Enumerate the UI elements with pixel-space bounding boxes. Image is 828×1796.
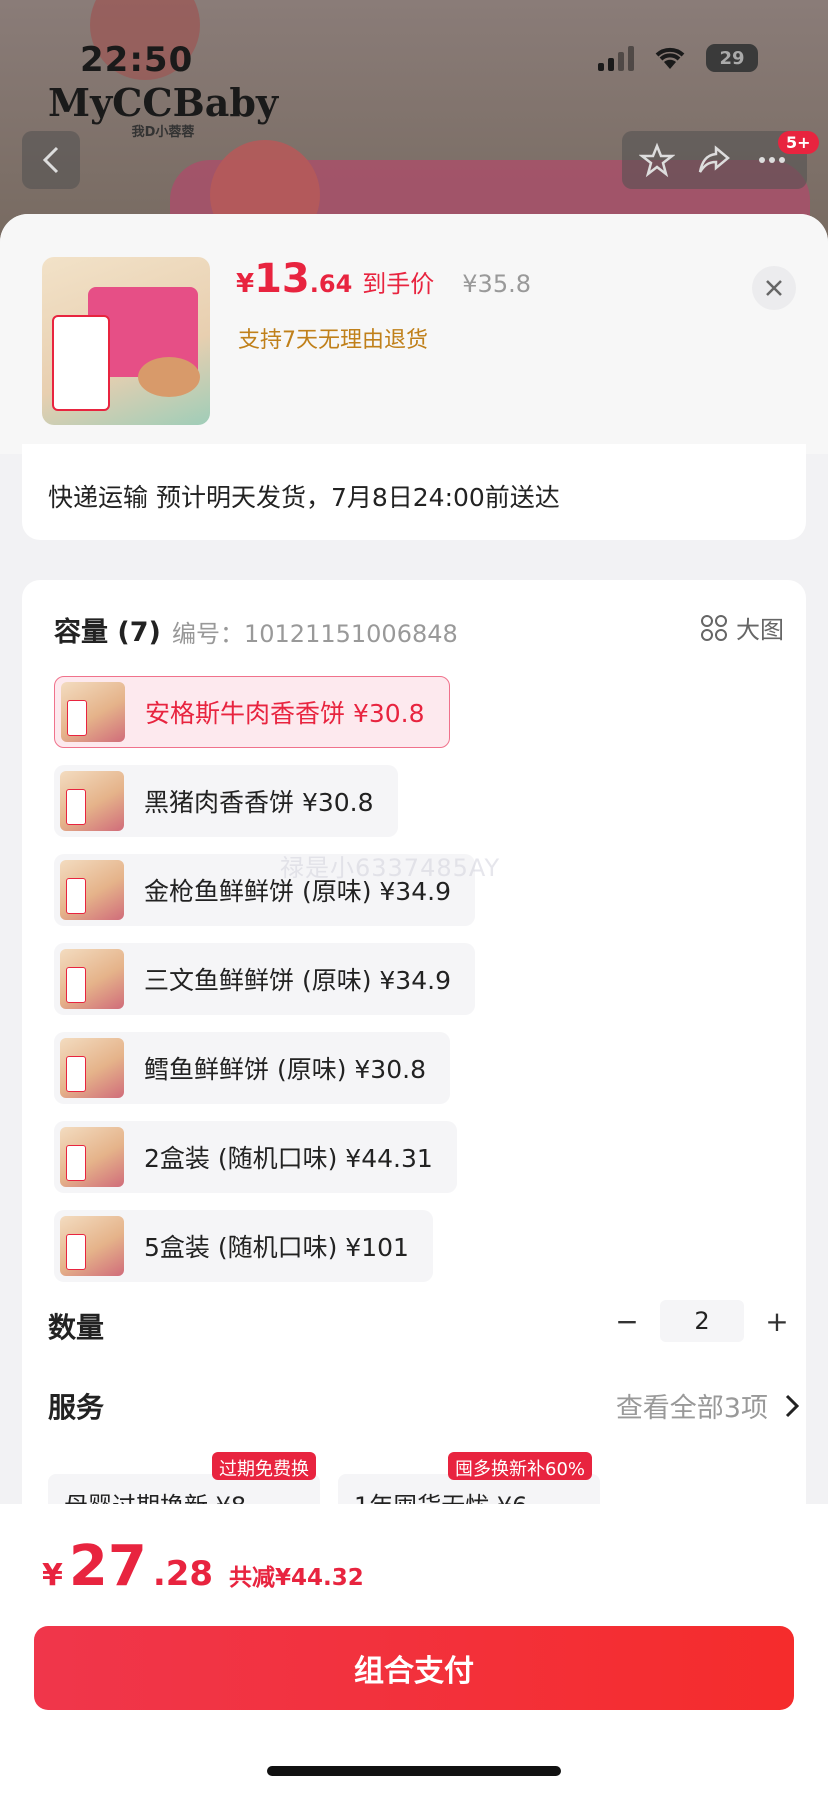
- watermark: 禄是小6337485AY: [280, 854, 501, 882]
- star-icon[interactable]: [638, 142, 675, 178]
- option-thumbnail: [60, 949, 124, 1009]
- back-button[interactable]: [22, 131, 80, 189]
- status-icons: 29: [598, 44, 758, 72]
- service-view-all-button[interactable]: 查看全部3项: [616, 1386, 800, 1425]
- quantity-stepper: − 2 +: [610, 1300, 794, 1342]
- quantity-increase-button[interactable]: +: [760, 1305, 794, 1338]
- product-code: 编号：10121151006848: [172, 620, 458, 648]
- quantity-row: 数量 − 2 +: [24, 1300, 789, 1350]
- option-thumbnail: [60, 860, 124, 920]
- total-price: ¥27.28 共减¥44.32: [42, 1534, 364, 1599]
- option-label: 2盒装 (随机口味) ¥44.31: [144, 1144, 433, 1173]
- final-price-tag: 到手价: [362, 270, 435, 298]
- grid-icon: [701, 614, 727, 641]
- service-row: 服务 查看全部3项: [24, 1380, 800, 1430]
- option-label: 安格斯牛肉香香饼 ¥30.8: [145, 699, 425, 728]
- shipping-info: 快递运输 预计明天发货，7月8日24:00前送达: [48, 483, 560, 512]
- total-saving: 共减¥44.32: [229, 1565, 364, 1591]
- option-item[interactable]: 三文鱼鲜鲜饼 (原味) ¥34.9: [54, 943, 475, 1015]
- checkout-bar: ¥27.28 共减¥44.32 组合支付: [0, 1504, 828, 1796]
- option-thumbnail: [60, 1038, 124, 1098]
- service-label: 服务: [48, 1391, 105, 1424]
- option-item[interactable]: 5盒装 (随机口味) ¥101: [54, 1210, 433, 1282]
- original-price: ¥35.8: [462, 270, 531, 298]
- quantity-decrease-button[interactable]: −: [610, 1305, 644, 1338]
- final-price: ¥13.64: [236, 256, 353, 302]
- service-badge: 过期免费换: [212, 1452, 316, 1480]
- shipping-card: 快递运输 预计明天发货，7月8日24:00前送达: [22, 444, 806, 540]
- chevron-right-icon: [785, 1394, 800, 1417]
- close-button[interactable]: [752, 266, 796, 310]
- signal-icon: [598, 45, 634, 71]
- option-list: 安格斯牛肉香香饼 ¥30.8 黑猪肉香香饼 ¥30.8 金枪鱼鲜鲜饼 (原味) …: [54, 676, 774, 1299]
- option-label: 三文鱼鲜鲜饼 (原味) ¥34.9: [144, 966, 451, 995]
- option-item[interactable]: 黑猪肉香香饼 ¥30.8: [54, 765, 398, 837]
- home-indicator[interactable]: [267, 1766, 561, 1776]
- chevron-left-icon: [42, 146, 59, 174]
- option-item[interactable]: 鳕鱼鲜鲜饼 (原味) ¥30.8: [54, 1032, 450, 1104]
- quantity-label: 数量: [48, 1311, 105, 1344]
- option-item-selected[interactable]: 安格斯牛肉香香饼 ¥30.8: [54, 676, 450, 748]
- combined-pay-button[interactable]: 组合支付: [34, 1626, 794, 1710]
- option-label: 5盒装 (随机口味) ¥101: [144, 1233, 409, 1262]
- notification-badge: 5+: [778, 131, 819, 154]
- option-thumbnail: [61, 682, 125, 742]
- quantity-value[interactable]: 2: [660, 1300, 744, 1342]
- option-thumbnail: [60, 1127, 124, 1187]
- option-label: 黑猪肉香香饼 ¥30.8: [144, 788, 374, 817]
- big-image-toggle[interactable]: 大图: [700, 610, 784, 645]
- wifi-icon: [655, 47, 685, 69]
- service-badge: 囤多换新补60%: [448, 1452, 593, 1480]
- option-thumbnail: [60, 771, 124, 831]
- service-options: 母婴过期换新 ¥8 过期免费换 1年囤货无忧 ¥6 囤多换新补60%: [24, 1452, 784, 1524]
- option-label: 鳕鱼鲜鲜饼 (原味) ¥30.8: [144, 1055, 426, 1084]
- price-line: ¥13.64 到手价 ¥35.8: [236, 256, 531, 302]
- return-policy: 支持7天无理由退货: [238, 328, 428, 353]
- share-icon[interactable]: [696, 142, 732, 178]
- status-time: 22:50: [80, 40, 194, 80]
- product-thumbnail[interactable]: [42, 257, 210, 425]
- option-item[interactable]: 2盒装 (随机口味) ¥44.31: [54, 1121, 457, 1193]
- option-thumbnail: [60, 1216, 124, 1276]
- battery-icon: 29: [706, 44, 758, 72]
- options-title: 容量 (7): [54, 617, 161, 648]
- brand-logo: MyCCBaby 我D小蓉蓉: [48, 80, 279, 140]
- sheet-product-header: ¥13.64 到手价 ¥35.8 支持7天无理由退货: [0, 214, 828, 454]
- close-icon: [766, 280, 782, 296]
